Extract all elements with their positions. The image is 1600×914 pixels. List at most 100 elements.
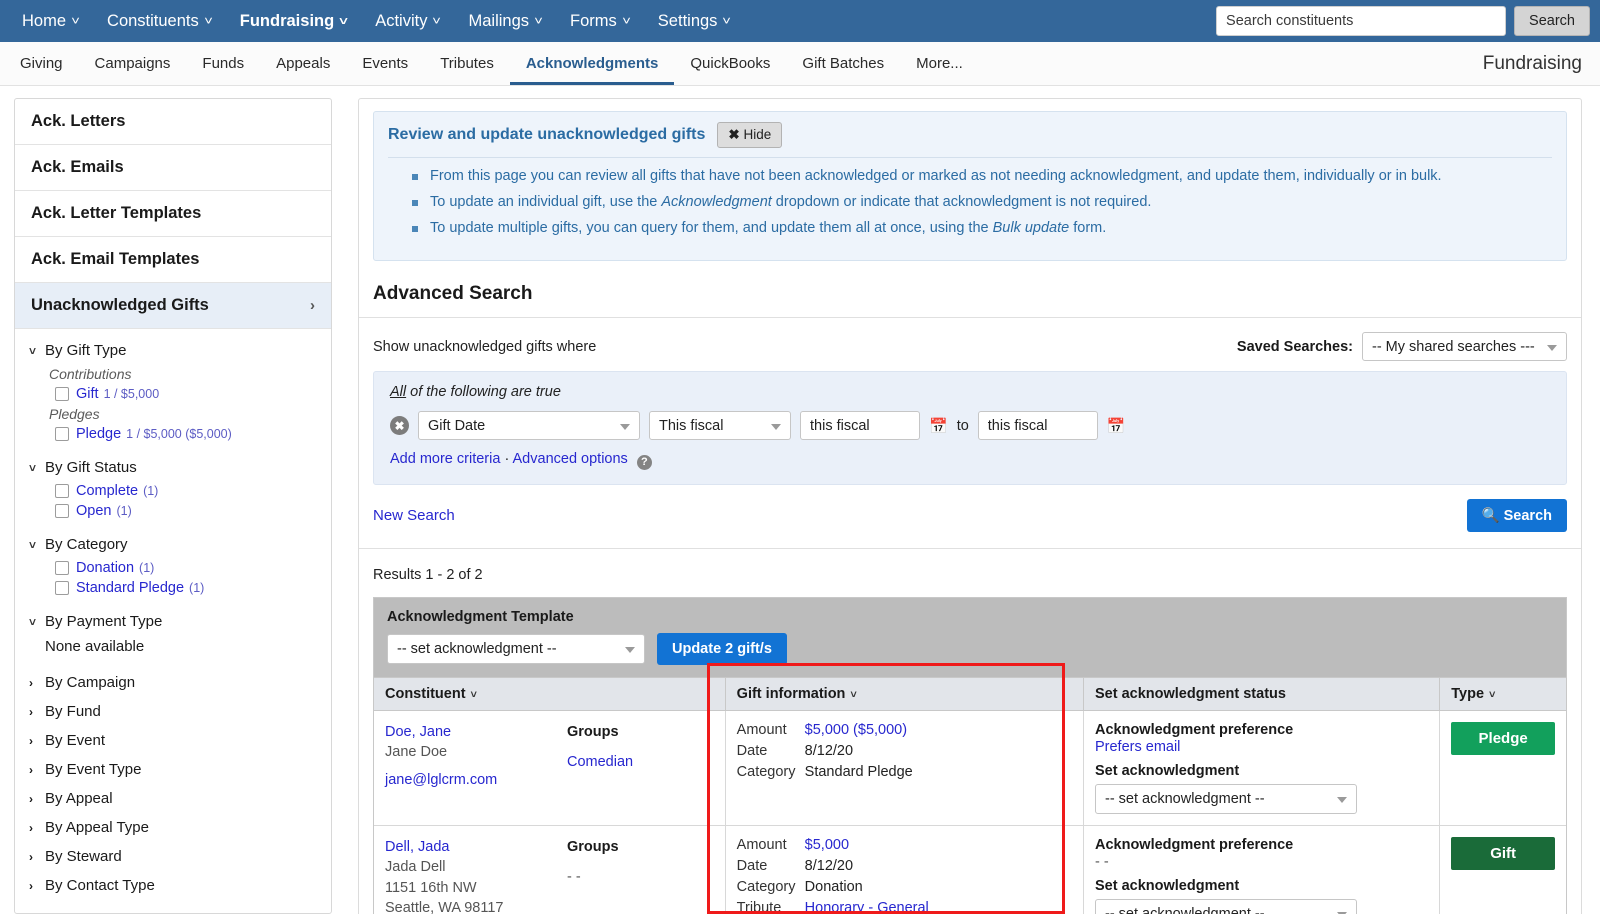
tab-funds[interactable]: Funds (186, 42, 260, 85)
info-banner-header: Review and update unacknowledged gifts ✖… (388, 122, 1552, 158)
criteria-operator-select[interactable]: This fiscal (649, 411, 791, 440)
new-search-link[interactable]: New Search (373, 507, 455, 524)
set-acknowledgment-value: -- set acknowledgment -- (1104, 905, 1265, 914)
topnav-item-forms[interactable]: Forms ˅ (556, 0, 644, 43)
global-search-button[interactable]: Search (1514, 6, 1590, 36)
groups-label: Groups (567, 838, 619, 855)
tab-campaigns[interactable]: Campaigns (79, 42, 187, 85)
topnav-item-constituents[interactable]: Constituents ˅ (93, 0, 226, 43)
facet-group-collapsed[interactable]: › By Campaign (15, 668, 331, 697)
set-acknowledgment-value: -- set acknowledgment -- (1104, 790, 1265, 807)
bullet-text-pre: From this page you can review all gifts … (430, 168, 1442, 184)
advanced-search-heading: Advanced Search (359, 261, 1581, 318)
remove-criterion-icon[interactable]: ✖ (390, 416, 409, 435)
facet-group-title: By Appeal (45, 790, 113, 807)
advanced-options-link[interactable]: Advanced options (513, 451, 628, 467)
facet-group-collapsed[interactable]: › By Appeal (15, 784, 331, 813)
tab-quickbooks[interactable]: QuickBooks (674, 42, 786, 85)
ack-template-select[interactable]: -- set acknowledgment -- (387, 633, 645, 664)
gift-info-key: Date (736, 857, 768, 874)
facet-group-collapsed[interactable]: › By Contact Type (15, 871, 331, 900)
criteria-all-word[interactable]: All (390, 384, 406, 400)
topnav-item-fundraising[interactable]: Fundraising ˅ (226, 0, 361, 43)
facet-link[interactable]: Gift (76, 386, 99, 402)
group-link[interactable]: Comedian (567, 752, 633, 774)
criteria-field-select[interactable]: Gift Date (418, 411, 640, 440)
facet-checkbox[interactable] (55, 387, 69, 401)
tab-giving[interactable]: Giving (4, 42, 79, 85)
facet-checkbox[interactable] (55, 484, 69, 498)
facet-group-collapsed[interactable]: › By Fund (15, 697, 331, 726)
topnav-item-activity[interactable]: Activity ˅ (361, 0, 454, 43)
gift-info-value-link[interactable]: Honorary - General (805, 900, 929, 914)
facet-link[interactable]: Pledge (76, 426, 121, 442)
facet-group-header[interactable]: ˅ By Payment Type (15, 608, 331, 635)
tab-acknowledgments[interactable]: Acknowledgments (510, 42, 675, 85)
facet-count: 1 / $5,000 ($5,000) (126, 427, 232, 441)
facet-group-collapsed[interactable]: › By Steward (15, 842, 331, 871)
sidebar-item-ack-email-templates[interactable]: Ack. Email Templates (15, 237, 331, 283)
ack-template-label: Acknowledgment Template (387, 608, 574, 625)
facet-group-collapsed[interactable]: › By Event (15, 726, 331, 755)
tab-more[interactable]: More... (900, 42, 979, 85)
criteria-date-from-input[interactable] (800, 411, 920, 440)
facet-checkbox[interactable] (55, 561, 69, 575)
sidebar-item-ack-letter-templates[interactable]: Ack. Letter Templates (15, 191, 331, 237)
constituent-address-line: Seattle, WA 98117 (385, 900, 504, 914)
set-acknowledgment-select[interactable]: -- set acknowledgment -- (1094, 898, 1357, 914)
facet-group-header[interactable]: ˅ By Category (15, 531, 331, 558)
facet-link[interactable]: Standard Pledge (76, 580, 184, 596)
hide-banner-button[interactable]: ✖ Hide (717, 122, 783, 148)
sort-chevron-down-icon[interactable]: ˅ (850, 689, 856, 701)
help-icon[interactable]: ? (636, 454, 652, 470)
sidebar-item-label: Ack. Letters (31, 112, 126, 130)
update-gifts-button[interactable]: Update 2 gift/s (657, 632, 787, 665)
criteria-to-label: to (956, 417, 969, 434)
topnav-item-settings[interactable]: Settings ˅ (644, 0, 745, 43)
sidebar-item-unacknowledged-gifts[interactable]: Unacknowledged Gifts › (15, 283, 331, 329)
calendar-icon-from[interactable]: 📅 (929, 417, 948, 435)
facet-checkbox[interactable] (55, 581, 69, 595)
tab-appeals[interactable]: Appeals (260, 42, 346, 85)
sort-chevron-down-icon[interactable]: ˅ (1489, 689, 1495, 701)
criteria-date-to-input[interactable] (977, 411, 1098, 440)
facet-link[interactable]: Complete (76, 483, 138, 499)
saved-searches-select[interactable]: -- My shared searches --- (1362, 332, 1567, 361)
topnav-item-label: Settings (657, 11, 718, 30)
run-search-button[interactable]: 🔍 Search (1466, 498, 1567, 532)
facet-group-collapsed[interactable]: › By Appeal Type (15, 813, 331, 842)
facet-link[interactable]: Open (76, 503, 111, 519)
tab-events[interactable]: Events (346, 42, 424, 85)
sidebar-item-ack-letters[interactable]: Ack. Letters (15, 99, 331, 145)
calendar-icon-to[interactable]: 📅 (1107, 417, 1126, 435)
sidebar-item-ack-emails[interactable]: Ack. Emails (15, 145, 331, 191)
tab-gift-batches[interactable]: Gift Batches (786, 42, 900, 85)
info-banner-bullet-text: To update multiple gifts, you can query … (430, 220, 1106, 236)
chevron-right-icon: › (29, 849, 33, 864)
constituent-name-link[interactable]: Dell, Jada (385, 837, 567, 858)
column-header-type[interactable]: Type ˅ (1439, 676, 1566, 711)
facet-group-header[interactable]: ˅ By Gift Status (15, 454, 331, 481)
column-header-gift-information[interactable]: Gift information ˅ (725, 676, 1084, 711)
facet-group-header[interactable]: ˅ By Gift Type (15, 337, 331, 364)
facet-group-collapsed[interactable]: › By Event Type (15, 755, 331, 784)
facet-group-title: By Event Type (45, 761, 142, 778)
gift-info-value-link[interactable]: $5,000 ($5,000) (805, 722, 907, 738)
column-header-label: Gift information (736, 685, 846, 702)
set-acknowledgment-select[interactable]: -- set acknowledgment -- (1094, 783, 1357, 814)
add-more-criteria-link[interactable]: Add more criteria (390, 451, 500, 467)
constituent-name-link[interactable]: Doe, Jane (385, 722, 567, 743)
facet-checkbox[interactable] (55, 504, 69, 518)
column-header-constituent[interactable]: Constituent ˅ (374, 676, 726, 711)
criteria-operator-value: This fiscal (659, 417, 724, 434)
facet-link[interactable]: Donation (76, 560, 134, 576)
ack-preference-value[interactable]: Prefers email (1095, 739, 1428, 755)
topnav-item-mailings[interactable]: Mailings ˅ (454, 0, 556, 43)
gift-info-value-link[interactable]: $5,000 (805, 837, 849, 853)
topnav-item-home[interactable]: Home ˅ (8, 0, 93, 43)
global-search-input[interactable] (1216, 6, 1507, 36)
constituent-email-link[interactable]: jane@lglcrm.com (385, 770, 567, 791)
sort-chevron-down-icon[interactable]: ˅ (471, 689, 477, 701)
facet-checkbox[interactable] (55, 427, 69, 441)
tab-tributes[interactable]: Tributes (424, 42, 510, 85)
